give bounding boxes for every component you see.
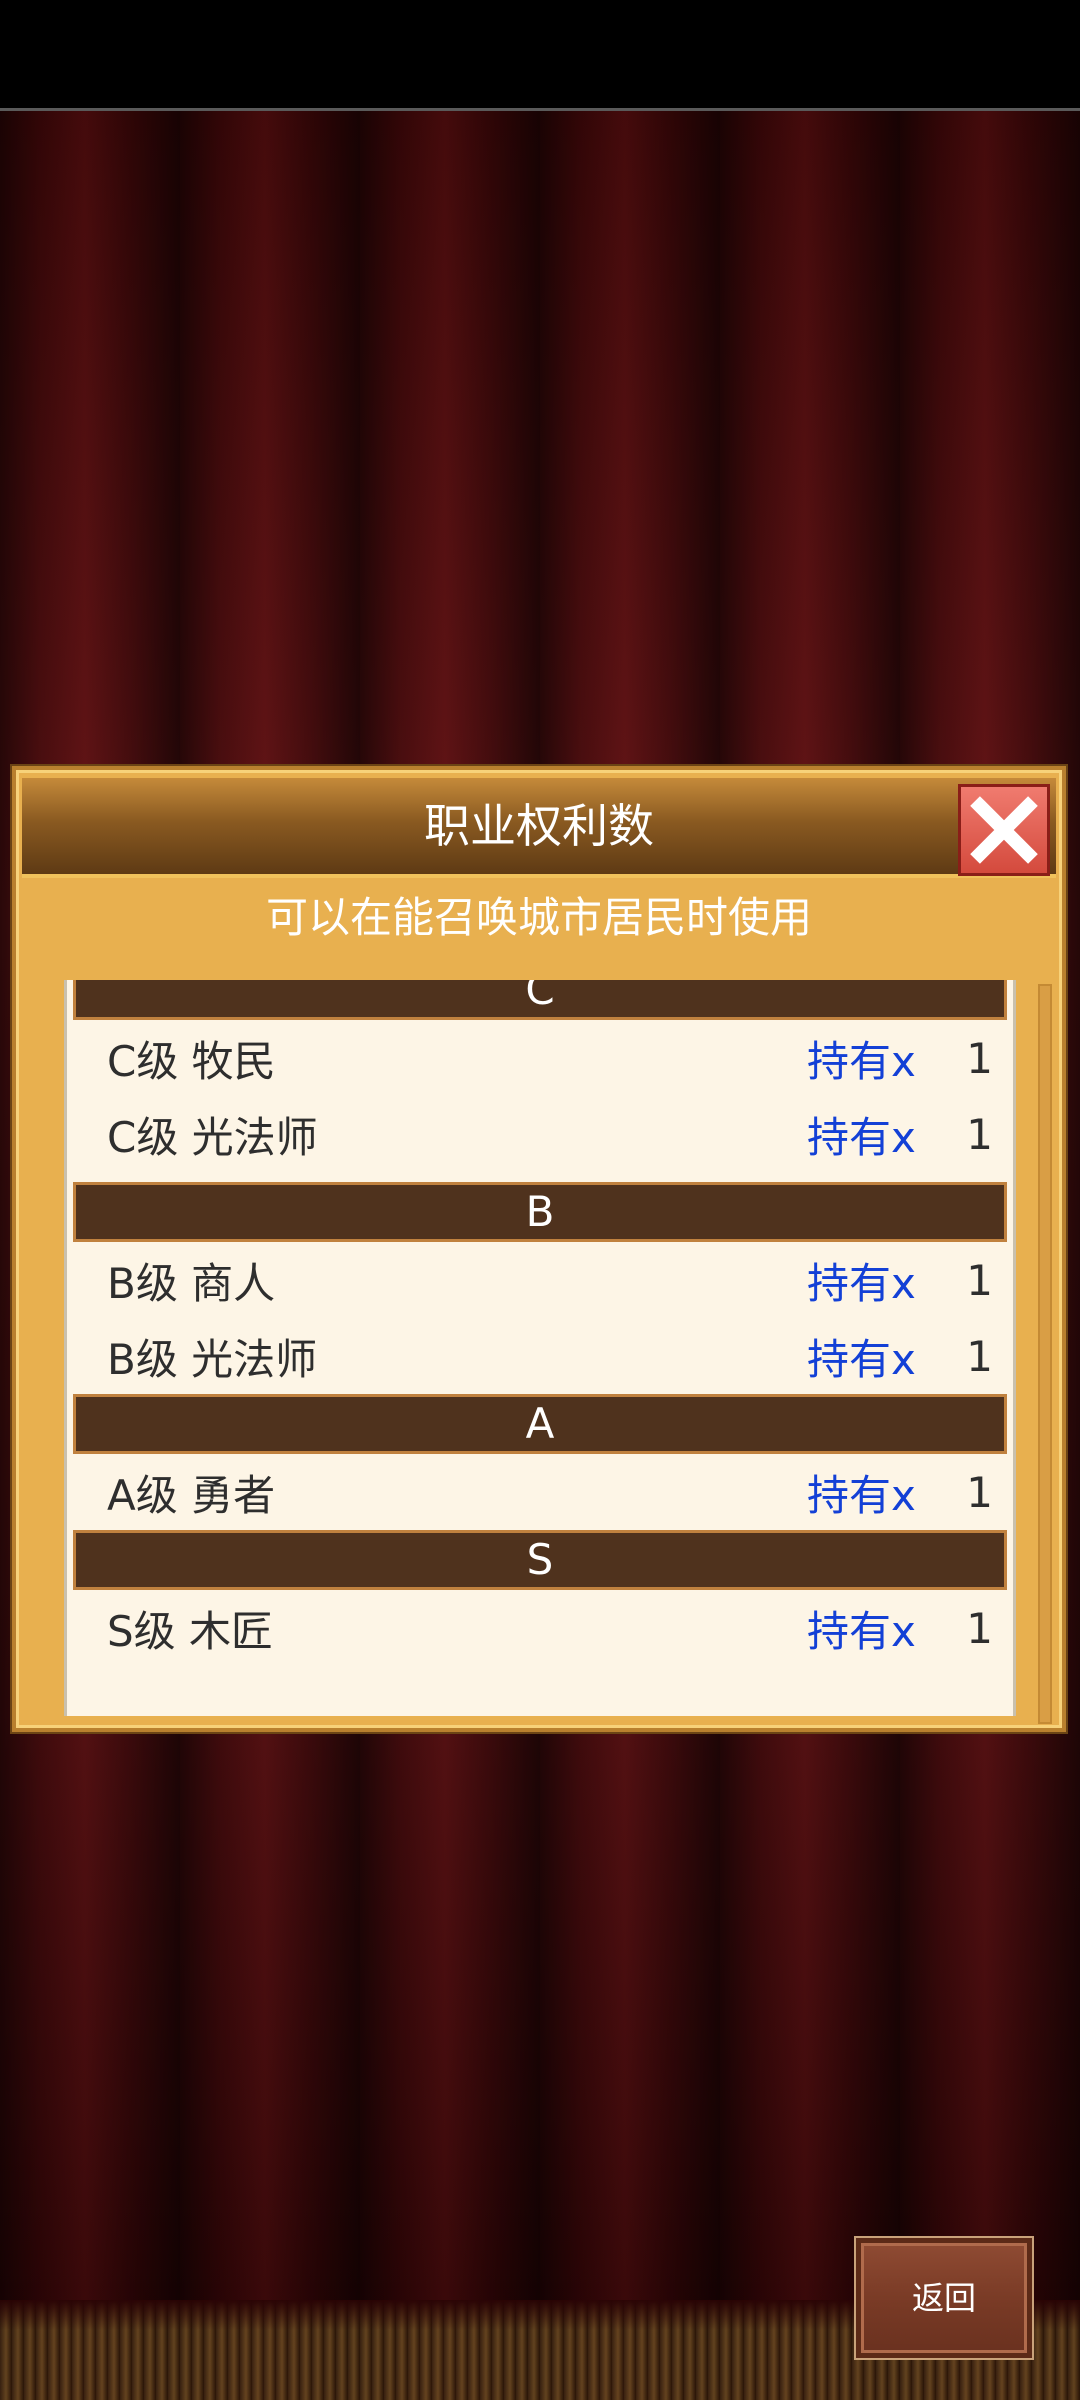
held-count: 1: [966, 1467, 993, 1517]
item-name: C级 光法师: [107, 1112, 318, 1162]
item-name: B级 光法师: [107, 1334, 318, 1384]
back-button[interactable]: 返回: [856, 2238, 1032, 2358]
held-count: 1: [966, 1033, 993, 1083]
list-item[interactable]: A级 勇者 持有x 1: [67, 1454, 1013, 1530]
held-label: 持有x: [807, 1258, 916, 1308]
job-rights-dialog: 职业权利数 可以在能召唤城市居民时使用 C C级 牧民 持有x 1 C级 光法师…: [12, 766, 1066, 1732]
scrollbar[interactable]: [1038, 984, 1052, 1724]
held-count: 1: [966, 1331, 993, 1381]
item-name: A级 勇者: [107, 1470, 276, 1520]
list-item[interactable]: C级 光法师 持有x 1: [67, 1096, 1013, 1172]
close-icon: [970, 796, 1038, 864]
close-button[interactable]: [958, 784, 1050, 876]
held-label: 持有x: [807, 1606, 916, 1656]
held-label: 持有x: [807, 1036, 916, 1086]
group-header-a: A: [73, 1394, 1007, 1454]
group-header-c: C: [73, 980, 1007, 1020]
list-item[interactable]: C级 牧民 持有x 1: [67, 1020, 1013, 1096]
held-count: 1: [966, 1603, 993, 1653]
list-item[interactable]: S级 木匠 持有x 1: [67, 1590, 1013, 1666]
item-name: B级 商人: [107, 1258, 276, 1308]
job-list[interactable]: C C级 牧民 持有x 1 C级 光法师 持有x 1 B B级 商人 持有x 1…: [64, 980, 1016, 1716]
held-label: 持有x: [807, 1470, 916, 1520]
dialog-title: 职业权利数: [424, 799, 654, 853]
list-item[interactable]: B级 光法师 持有x 1: [67, 1318, 1013, 1394]
group-header-s: S: [73, 1530, 1007, 1590]
held-label: 持有x: [807, 1334, 916, 1384]
group-header-b: B: [73, 1182, 1007, 1242]
held-count: 1: [966, 1255, 993, 1305]
list-item[interactable]: B级 商人 持有x 1: [67, 1242, 1013, 1318]
item-name: S级 木匠: [107, 1606, 274, 1656]
dialog-header: 职业权利数: [22, 778, 1056, 878]
held-count: 1: [966, 1109, 993, 1159]
job-list-inner: C C级 牧民 持有x 1 C级 光法师 持有x 1 B B级 商人 持有x 1…: [67, 980, 1013, 1666]
dialog-subtitle: 可以在能召唤城市居民时使用: [265, 893, 812, 942]
status-bar: [0, 0, 1080, 111]
item-name: C级 牧民: [107, 1036, 276, 1086]
held-label: 持有x: [807, 1112, 916, 1162]
